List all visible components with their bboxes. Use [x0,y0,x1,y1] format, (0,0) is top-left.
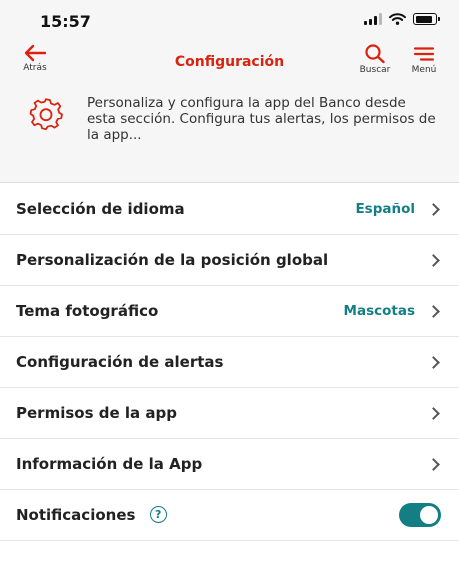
setting-language[interactable]: Selección de idioma Español [0,184,459,235]
setting-app-permissions[interactable]: Permisos de la app [0,388,459,439]
gear-icon [29,98,63,130]
setting-global-position[interactable]: Personalización de la posición global [0,235,459,286]
setting-photo-theme[interactable]: Tema fotográfico Mascotas [0,286,459,337]
setting-app-info[interactable]: Información de la App [0,439,459,490]
setting-value: Mascotas [343,303,415,319]
setting-value: Español [355,201,415,217]
chevron-right-icon [427,457,440,471]
search-label: Buscar [359,65,391,75]
chevron-right-icon [427,202,440,216]
chevron-right-icon [427,406,440,420]
setting-alerts[interactable]: Configuración de alertas [0,337,459,388]
wifi-icon [389,13,406,25]
setting-label: Personalización de la posición global [16,251,329,269]
setting-label: Configuración de alertas [16,353,224,371]
setting-label: Tema fotográfico [16,302,159,320]
setting-label: Información de la App [16,455,203,473]
chevron-right-icon [427,253,440,267]
status-icons [364,13,440,25]
chevron-right-icon [427,304,440,318]
menu-label: Menú [411,65,437,75]
menu-icon [413,47,435,61]
menu-button[interactable]: Menú [406,44,442,75]
setting-label: Notificaciones [16,506,136,524]
header-area: 15:57 Atrás Configuración Buscar Menú Pe… [0,0,459,183]
chevron-right-icon [427,355,440,369]
search-button[interactable]: Buscar [356,44,394,75]
notifications-toggle[interactable] [399,503,441,527]
setting-label: Selección de idioma [16,200,185,218]
cellular-signal-icon [364,13,382,25]
search-icon [365,44,385,64]
setting-notifications: Notificaciones ? [0,490,459,541]
status-time: 15:57 [40,12,91,31]
setting-label: Permisos de la app [16,404,177,422]
battery-icon [413,13,440,25]
intro-text: Personaliza y configura la app del Banco… [87,95,436,143]
help-icon[interactable]: ? [149,506,167,523]
settings-list: Selección de idioma Español Personalizac… [0,184,459,541]
toggle-knob [420,506,438,524]
